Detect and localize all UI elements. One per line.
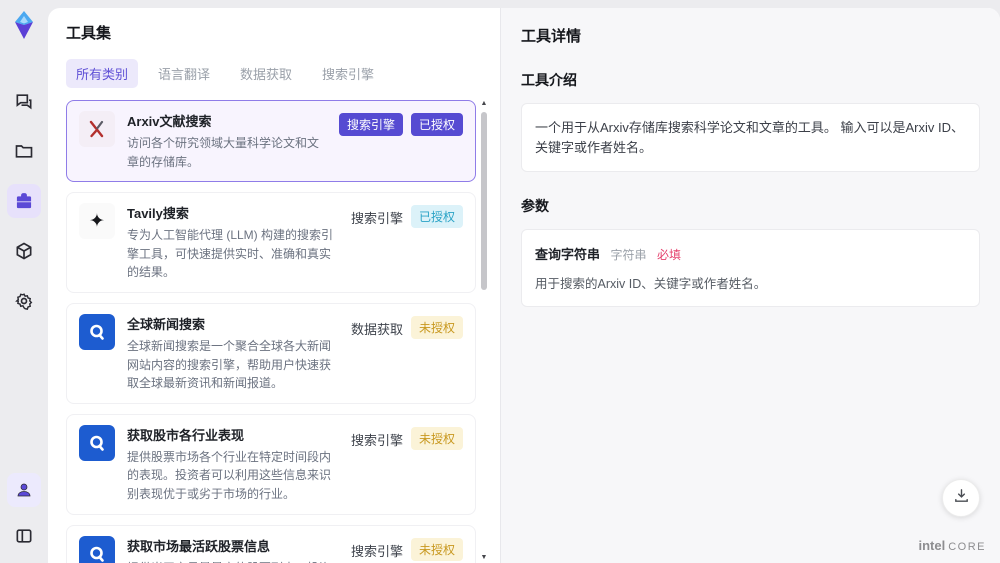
main-content: 工具集 所有类别 语言翻译 数据获取 搜索引擎 Arxiv文献搜索 访问各个研究… [48, 8, 1000, 563]
category-label: 搜索引擎 [350, 543, 403, 559]
folder-icon[interactable] [7, 134, 41, 168]
tool-card-sector-performance[interactable]: 获取股市各行业表现 提供股票市场各个行业在特定时间段内的表现。投资者可以利用这些… [66, 413, 476, 515]
intel-core-logo: intel CORE [918, 538, 986, 553]
auth-badge: 未授权 [410, 537, 463, 561]
gear-icon[interactable] [7, 284, 41, 318]
intro-text: 一个用于从Arxiv存储库搜索科学论文和文章的工具。 输入可以是Arxiv ID… [535, 120, 965, 155]
tab-data-fetch[interactable]: 数据获取 [230, 59, 302, 88]
tab-search-engine[interactable]: 搜索引擎 [312, 59, 384, 88]
scroll-down-arrow[interactable]: ▼ [478, 554, 490, 561]
tool-list: Arxiv文献搜索 访问各个研究领域大量科学论文和文章的存储库。 搜索引擎 已授… [66, 100, 490, 563]
tool-card-active-stocks[interactable]: 获取市场最活跃股票信息 提供当天交易量最高的股票列表。投资者可以利用这些信息来识… [66, 524, 476, 563]
detail-title: 工具详情 [521, 28, 582, 45]
arxiv-logo-icon [79, 111, 115, 147]
panel-toggle-icon[interactable] [7, 519, 41, 553]
param-box: 查询字符串 字符串 必填 用于搜索的Arxiv ID、关键字或作者姓名。 [521, 229, 980, 307]
intel-brand-text: intel [918, 538, 946, 553]
page-title: 工具集 [66, 25, 112, 42]
download-button[interactable] [942, 479, 980, 517]
app-logo [7, 8, 41, 42]
auth-badge: 未授权 [410, 315, 463, 339]
category-badge: 搜索引擎 [338, 113, 403, 136]
tool-name: 获取市场最活跃股票信息 [127, 538, 271, 554]
icon-rail [0, 0, 48, 563]
sparkle-icon: ✦ [79, 203, 115, 240]
auth-badge: 已授权 [410, 205, 463, 229]
tool-card-arxiv[interactable]: Arxiv文献搜索 访问各个研究领域大量科学论文和文章的存储库。 搜索引擎 已授… [66, 100, 476, 183]
category-label: 搜索引擎 [350, 211, 403, 227]
cube-icon[interactable] [7, 234, 41, 268]
tab-all-categories[interactable]: 所有类别 [66, 59, 139, 88]
param-required-flag: 必填 [656, 248, 681, 262]
user-icon[interactable] [7, 473, 41, 507]
tool-list-pane: 工具集 所有类别 语言翻译 数据获取 搜索引擎 Arxiv文献搜索 访问各个研究… [48, 8, 500, 563]
tool-description: 访问各个研究领域大量科学论文和文章的存储库。 [127, 136, 320, 169]
auth-badge: 已授权 [410, 113, 463, 136]
tool-name: 获取股市各行业表现 [127, 427, 245, 443]
scrollbar-thumb[interactable] [481, 112, 487, 290]
scroll-up-arrow[interactable]: ▲ [478, 100, 490, 107]
download-icon [953, 487, 970, 509]
param-header: 查询字符串 字符串 必填 [535, 244, 966, 264]
intro-heading: 工具介绍 [521, 72, 577, 88]
tool-card-tavily[interactable]: ✦ Tavily搜索 专为人工智能代理 (LLM) 构建的搜索引擎工具，可快速提… [66, 192, 476, 293]
param-name: 查询字符串 [535, 247, 601, 262]
auth-badge: 未授权 [410, 426, 463, 450]
tool-card-global-news[interactable]: 全球新闻搜索 全球新闻搜索是一个聚合全球各大新闻网站内容的搜索引擎，帮助用户快速… [66, 302, 476, 404]
news-search-icon [79, 535, 115, 563]
news-search-icon [79, 313, 115, 350]
params-heading: 参数 [521, 198, 549, 214]
category-label: 搜索引擎 [350, 432, 403, 448]
tool-description: 提供当天交易量最高的股票列表。投资者可以利用这些信息来识别流动性强的股票和潜在的… [127, 559, 339, 563]
tool-description: 全球新闻搜索是一个聚合全球各大新闻网站内容的搜索引擎，帮助用户快速获取全球最新资… [127, 338, 332, 391]
param-description: 用于搜索的Arxiv ID、关键字或作者姓名。 [535, 277, 767, 291]
core-brand-text: CORE [948, 541, 986, 553]
category-label: 数据获取 [350, 321, 403, 337]
tool-name: Tavily搜索 [127, 206, 189, 222]
toolbox-icon[interactable] [7, 184, 41, 218]
tool-name: 全球新闻搜索 [127, 316, 206, 332]
news-search-icon [79, 424, 115, 461]
param-type: 字符串 [610, 248, 647, 262]
tool-description: 提供股票市场各个行业在特定时间段内的表现。投资者可以利用这些信息来识别表现优于或… [127, 449, 332, 501]
chat-icon[interactable] [7, 84, 41, 118]
tool-name: Arxiv文献搜索 [127, 114, 212, 129]
intro-box: 一个用于从Arxiv存储库搜索科学论文和文章的工具。 输入可以是Arxiv ID… [521, 103, 980, 172]
category-tabs: 所有类别 语言翻译 数据获取 搜索引擎 [66, 59, 500, 88]
scrollbar: ▲ ▼ [478, 100, 490, 563]
tab-language-translation[interactable]: 语言翻译 [148, 59, 220, 88]
tool-detail-pane: 工具详情 工具介绍 一个用于从Arxiv存储库搜索科学论文和文章的工具。 输入可… [500, 8, 1000, 563]
tool-description: 专为人工智能代理 (LLM) 构建的搜索引擎工具，可快速提供实时、准确和真实的结… [127, 228, 334, 280]
